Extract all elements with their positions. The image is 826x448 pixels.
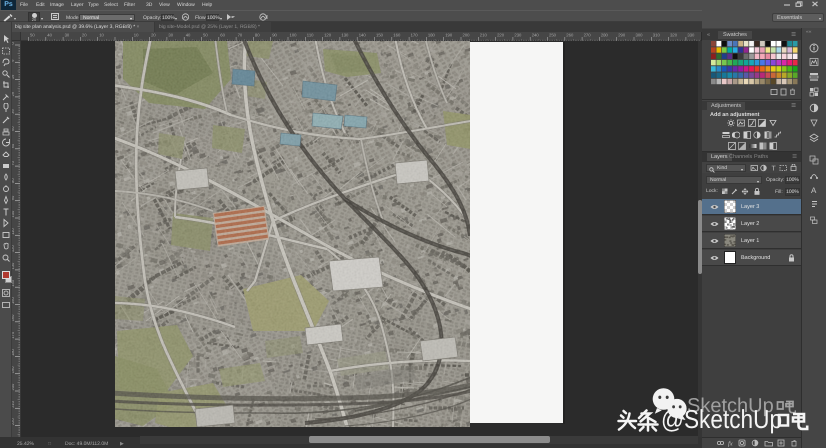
svg-text:190: 190 [445,33,453,38]
svg-text:50: 50 [203,33,208,38]
svg-text:20: 20 [82,33,87,38]
svg-text:100: 100 [290,33,298,38]
svg-text:140: 140 [359,33,367,38]
svg-text:120: 120 [324,33,332,38]
svg-text:50: 50 [12,126,15,131]
svg-text:100: 100 [12,210,15,217]
svg-text:40: 40 [47,33,52,38]
svg-text:39: 39 [12,108,15,113]
svg-text:210: 210 [480,33,488,38]
svg-text:30: 30 [65,33,70,38]
svg-text:140: 140 [12,279,15,286]
svg-text:110: 110 [307,33,314,38]
svg-text:310: 310 [653,33,661,38]
svg-text:150: 150 [376,33,384,38]
svg-text:20: 20 [151,33,156,38]
svg-text:29: 29 [12,91,15,96]
svg-text:90: 90 [12,195,15,200]
svg-text:220: 220 [12,418,15,425]
svg-text:80: 80 [12,178,15,183]
svg-text:200: 200 [12,383,15,390]
svg-text:150: 150 [12,297,15,304]
svg-text:fx: fx [728,441,733,448]
svg-text:300: 300 [636,33,644,38]
svg-text:130: 130 [12,262,15,269]
svg-text:250: 250 [549,33,557,38]
svg-text:260: 260 [566,33,574,38]
svg-text:110: 110 [12,228,15,235]
svg-text:A: A [811,186,817,195]
svg-text:70: 70 [12,160,15,165]
svg-text:210: 210 [12,400,15,407]
svg-text:240: 240 [532,33,540,38]
svg-text:60: 60 [220,33,225,38]
svg-text:190: 190 [12,366,15,373]
svg-text:30: 30 [168,33,173,38]
svg-text:90: 90 [272,33,277,38]
svg-text:70: 70 [238,33,243,38]
svg-text:80: 80 [255,33,260,38]
svg-text:220: 220 [497,33,505,38]
svg-text:50: 50 [30,33,35,38]
svg-text:T: T [772,166,777,173]
svg-text:270: 270 [584,33,592,38]
svg-text:170: 170 [12,331,15,338]
svg-text:160: 160 [12,314,15,321]
svg-text:290: 290 [618,33,626,38]
svg-text:330: 330 [687,33,695,38]
svg-text:280: 280 [601,33,609,38]
svg-text:180: 180 [428,33,436,38]
svg-text:60: 60 [12,143,15,148]
svg-text:200: 200 [463,33,471,38]
svg-text:170: 170 [411,33,419,38]
svg-text:320: 320 [670,33,678,38]
svg-text:160: 160 [393,33,401,38]
svg-text:10: 10 [134,33,139,38]
svg-text:40: 40 [186,33,191,38]
svg-text:120: 120 [12,245,15,252]
svg-text:10: 10 [99,33,104,38]
svg-text:19: 19 [12,74,15,79]
svg-text:130: 130 [341,33,349,38]
svg-text:230: 230 [514,33,522,38]
svg-text:180: 180 [12,348,15,355]
